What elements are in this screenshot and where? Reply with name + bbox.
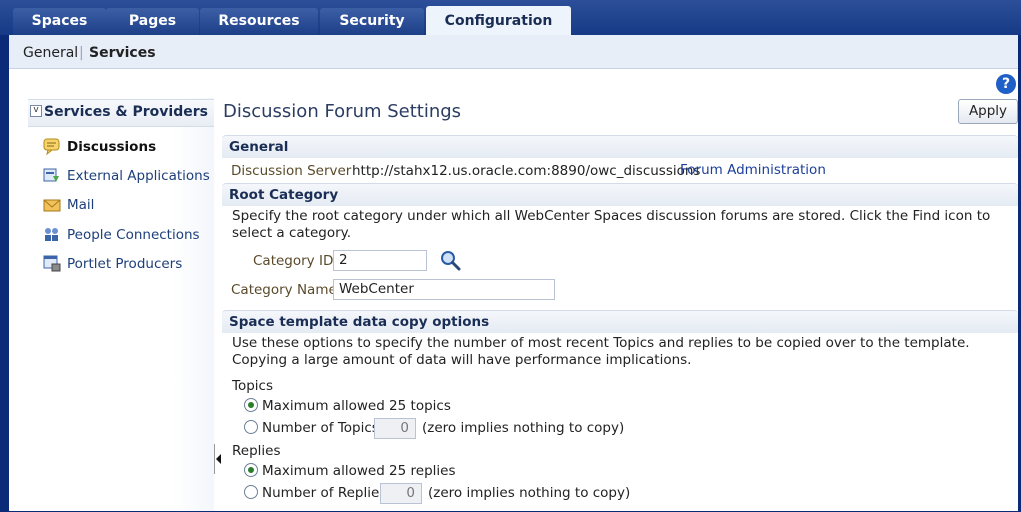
tab-pages[interactable]: Pages (106, 8, 199, 35)
topics-number-field[interactable]: 0 (374, 418, 416, 439)
services-providers-title: Services & Providers (44, 104, 208, 120)
nav-item-label: Discussions (67, 139, 157, 155)
nav-item-label: Mail (67, 197, 95, 213)
apply-button[interactable]: Apply (958, 99, 1018, 124)
subnav-separator: | (79, 45, 84, 61)
copy-options-description: Use these options to specify the number … (232, 335, 970, 368)
discussion-server-value: http://stahx12.us.oracle.com:8890/owc_di… (352, 163, 701, 179)
tab-resources[interactable]: Resources (200, 8, 318, 35)
forum-administration-link[interactable]: Forum Administration (680, 162, 826, 178)
category-name-label: Category Name (231, 282, 337, 298)
topics-max-label[interactable]: Maximum allowed 25 topics (262, 398, 451, 414)
topics-label: Topics (232, 378, 273, 394)
section-title: General (229, 139, 289, 155)
nav-item-label: External Applications (67, 168, 210, 184)
replies-number-field[interactable]: 0 (380, 483, 422, 504)
topics-number-label[interactable]: Number of Topics (262, 420, 379, 436)
nav-item-label: People Connections (67, 227, 200, 243)
section-title: Root Category (229, 187, 339, 203)
pane-splitter-handle[interactable] (214, 444, 222, 474)
find-icon[interactable] (440, 250, 462, 272)
category-name-field[interactable]: WebCenter (333, 279, 555, 300)
topics-max-radio[interactable] (244, 398, 258, 412)
external-application-icon (43, 168, 59, 182)
replies-label: Replies (232, 443, 281, 459)
mail-icon (43, 199, 61, 212)
root-category-section-header: Root Category (222, 183, 1018, 206)
sub-navigation: General | Services (9, 35, 1018, 69)
replies-max-label[interactable]: Maximum allowed 25 replies (262, 463, 456, 479)
tab-security[interactable]: Security (320, 8, 424, 35)
replies-hint: (zero implies nothing to copy) (428, 485, 631, 501)
root-category-description: Specify the root category under which al… (232, 208, 991, 241)
tab-configuration[interactable]: Configuration (426, 6, 571, 36)
top-tab-bar: Spaces Pages Resources Security Configur… (0, 0, 1021, 36)
subnav-services[interactable]: Services (89, 45, 156, 61)
topics-hint: (zero implies nothing to copy) (422, 420, 625, 436)
replies-number-radio[interactable] (244, 485, 258, 499)
category-id-label: Category ID (253, 253, 334, 269)
category-id-field[interactable]: 2 (333, 250, 427, 271)
discussion-server-label: Discussion Server (231, 163, 352, 179)
section-title: Space template data copy options (229, 314, 490, 330)
collapse-icon[interactable]: v (30, 105, 42, 117)
page-title: Discussion Forum Settings (223, 101, 462, 122)
general-section-header: General (222, 135, 1018, 158)
replies-number-label[interactable]: Number of Replies (262, 485, 386, 501)
services-providers-header[interactable]: v Services & Providers (28, 99, 214, 127)
copy-options-section-header: Space template data copy options (222, 310, 1018, 333)
subnav-general[interactable]: General (23, 45, 78, 61)
replies-max-radio[interactable] (244, 463, 258, 477)
nav-item-label: Portlet Producers (67, 256, 183, 272)
discussion-icon (43, 138, 60, 155)
left-pane (9, 98, 214, 511)
portlet-icon (43, 255, 61, 272)
tab-spaces[interactable]: Spaces (13, 8, 106, 35)
help-icon[interactable]: ? (996, 74, 1016, 94)
topics-number-radio[interactable] (244, 420, 258, 434)
people-icon (45, 228, 58, 241)
